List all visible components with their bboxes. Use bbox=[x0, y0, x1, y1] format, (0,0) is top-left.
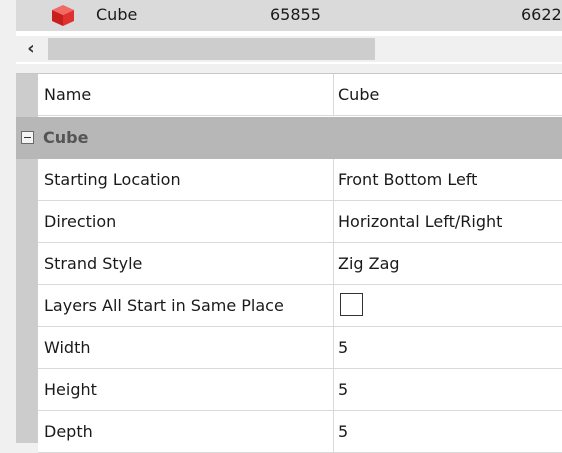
column-divider bbox=[333, 327, 334, 369]
property-grid: Name Cube Cube Starting Location Front B… bbox=[16, 73, 562, 453]
list-row-value-2: 66229 bbox=[521, 5, 562, 24]
property-value[interactable]: 5 bbox=[338, 338, 348, 358]
property-value[interactable]: 5 bbox=[338, 380, 348, 400]
list-row-value-1: 65855 bbox=[270, 5, 321, 24]
horizontal-scrollbar[interactable]: ‹ bbox=[16, 36, 562, 62]
property-label: Direction bbox=[44, 212, 117, 231]
property-value[interactable]: Cube bbox=[338, 85, 379, 105]
property-label: Starting Location bbox=[44, 170, 181, 189]
column-divider bbox=[333, 243, 334, 285]
column-divider bbox=[333, 285, 334, 327]
property-row-depth[interactable]: Depth 5 bbox=[38, 411, 562, 453]
property-label: Depth bbox=[44, 422, 93, 441]
property-label: Name bbox=[44, 85, 92, 104]
object-list: Cube 65855 66229 ‹ bbox=[0, 0, 562, 64]
property-value[interactable]: 5 bbox=[338, 422, 348, 442]
property-value[interactable]: Zig Zag bbox=[338, 254, 400, 274]
property-row-height[interactable]: Height 5 bbox=[38, 369, 562, 411]
property-row-starting-location[interactable]: Starting Location Front Bottom Left bbox=[38, 159, 562, 201]
scroll-thumb[interactable] bbox=[48, 38, 375, 60]
column-divider bbox=[333, 201, 334, 243]
category-header-cube[interactable]: Cube bbox=[16, 117, 562, 159]
property-value[interactable]: Horizontal Left/Right bbox=[338, 212, 502, 232]
property-row-strand-style[interactable]: Strand Style Zig Zag bbox=[38, 243, 562, 285]
property-label: Width bbox=[44, 338, 91, 357]
property-row-name[interactable]: Name Cube bbox=[38, 74, 562, 116]
category-label: Cube bbox=[43, 128, 89, 147]
column-divider bbox=[333, 159, 334, 201]
column-divider bbox=[333, 411, 334, 453]
layers-same-place-checkbox[interactable] bbox=[340, 293, 363, 316]
property-row-direction[interactable]: Direction Horizontal Left/Right bbox=[38, 201, 562, 243]
scroll-left-arrow-icon[interactable]: ‹ bbox=[16, 36, 46, 62]
collapse-minus-icon[interactable] bbox=[21, 131, 34, 144]
cube-icon bbox=[52, 5, 74, 26]
list-row-cube[interactable]: Cube 65855 66229 bbox=[16, 0, 562, 31]
column-divider bbox=[333, 369, 334, 411]
property-label: Height bbox=[44, 380, 97, 399]
column-divider bbox=[333, 74, 334, 116]
list-row-name: Cube bbox=[96, 5, 138, 24]
property-row-width[interactable]: Width 5 bbox=[38, 327, 562, 369]
property-row-layers-start[interactable]: Layers All Start in Same Place bbox=[38, 285, 562, 327]
list-left-strip bbox=[0, 0, 16, 64]
property-label: Strand Style bbox=[44, 254, 143, 273]
property-value[interactable]: Front Bottom Left bbox=[338, 170, 477, 190]
property-label: Layers All Start in Same Place bbox=[44, 296, 284, 315]
